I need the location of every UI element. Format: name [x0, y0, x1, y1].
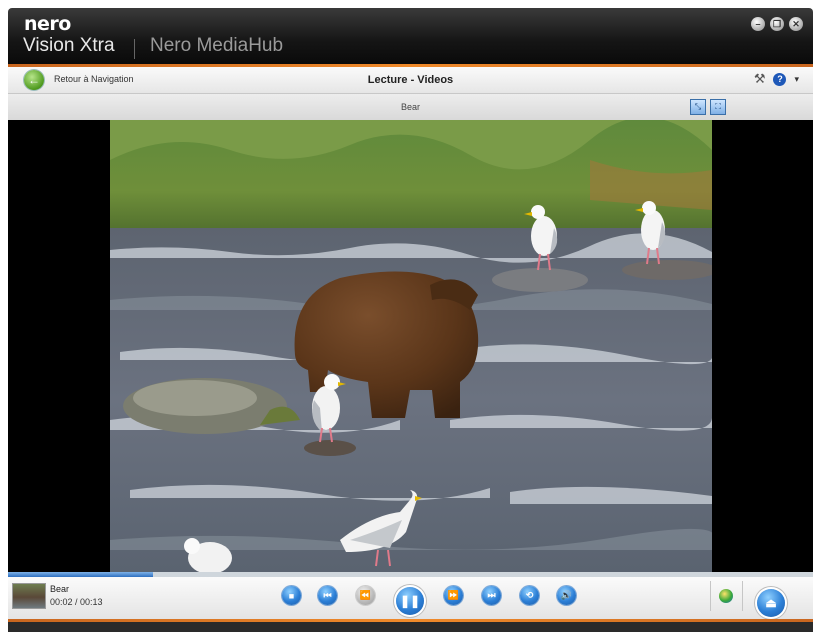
volume-button[interactable]: 🔊 [557, 586, 576, 605]
controls-divider [742, 581, 743, 611]
eject-button[interactable]: ⏏ [757, 589, 785, 617]
globe-icon[interactable] [719, 589, 733, 603]
stop-button[interactable]: ■ [282, 586, 301, 605]
time-display: 00:02 / 00:13 [50, 597, 103, 607]
fullscreen-icon[interactable]: ⛶ [710, 99, 726, 115]
fit-to-window-icon[interactable]: ⤡ [690, 99, 706, 115]
mediahub-title[interactable]: Nero MediaHub [150, 35, 283, 57]
controls-divider [710, 581, 711, 611]
previous-button[interactable]: ⏮ [318, 586, 337, 605]
nero-logo: nero [24, 13, 71, 35]
close-icon[interactable]: ✕ [789, 17, 803, 31]
rewind-button[interactable]: ⏪ [356, 586, 375, 605]
video-frame[interactable] [110, 120, 712, 572]
clip-name: Bear [50, 584, 70, 594]
video-viewport[interactable] [8, 120, 813, 572]
fast-forward-button[interactable]: ⏩ [444, 586, 463, 605]
hammer-icon[interactable]: ⚒ [754, 71, 766, 87]
pause-button[interactable]: ❚❚ [396, 587, 424, 615]
help-icon[interactable]: ? [773, 72, 787, 86]
title-separator [134, 39, 135, 59]
app-window: nero Vision Xtra Nero MediaHub – ❐ ✕ ← R… [0, 0, 815, 632]
video-title-bar: Bear ⤡ ⛶ [8, 94, 813, 120]
window-bottom-edge [8, 622, 813, 632]
clip-thumbnail[interactable] [12, 583, 46, 609]
chevron-down-icon[interactable]: ▾ [794, 74, 799, 85]
page-title: Lecture - Videos [367, 74, 454, 86]
title-bar: nero Vision Xtra Nero MediaHub – ❐ ✕ [8, 8, 813, 64]
nav-tools: ⚒ ? ▾ [754, 71, 799, 87]
navigation-bar: ← Retour à Navigation Lecture - Videos ⚒… [8, 67, 813, 94]
video-picture [110, 120, 712, 572]
next-button[interactable]: ⏭ [482, 586, 501, 605]
repeat-button[interactable]: ⟲ [520, 586, 539, 605]
product-name: Vision Xtra [23, 35, 115, 56]
restore-icon[interactable]: ❐ [770, 17, 784, 31]
minimize-icon[interactable]: – [751, 17, 765, 31]
player-controls: Bear 00:02 / 00:13 ■ ⏮ ⏪ ❚❚ ⏩ ⏭ ⟲ 🔊 ⏏ [8, 577, 813, 619]
